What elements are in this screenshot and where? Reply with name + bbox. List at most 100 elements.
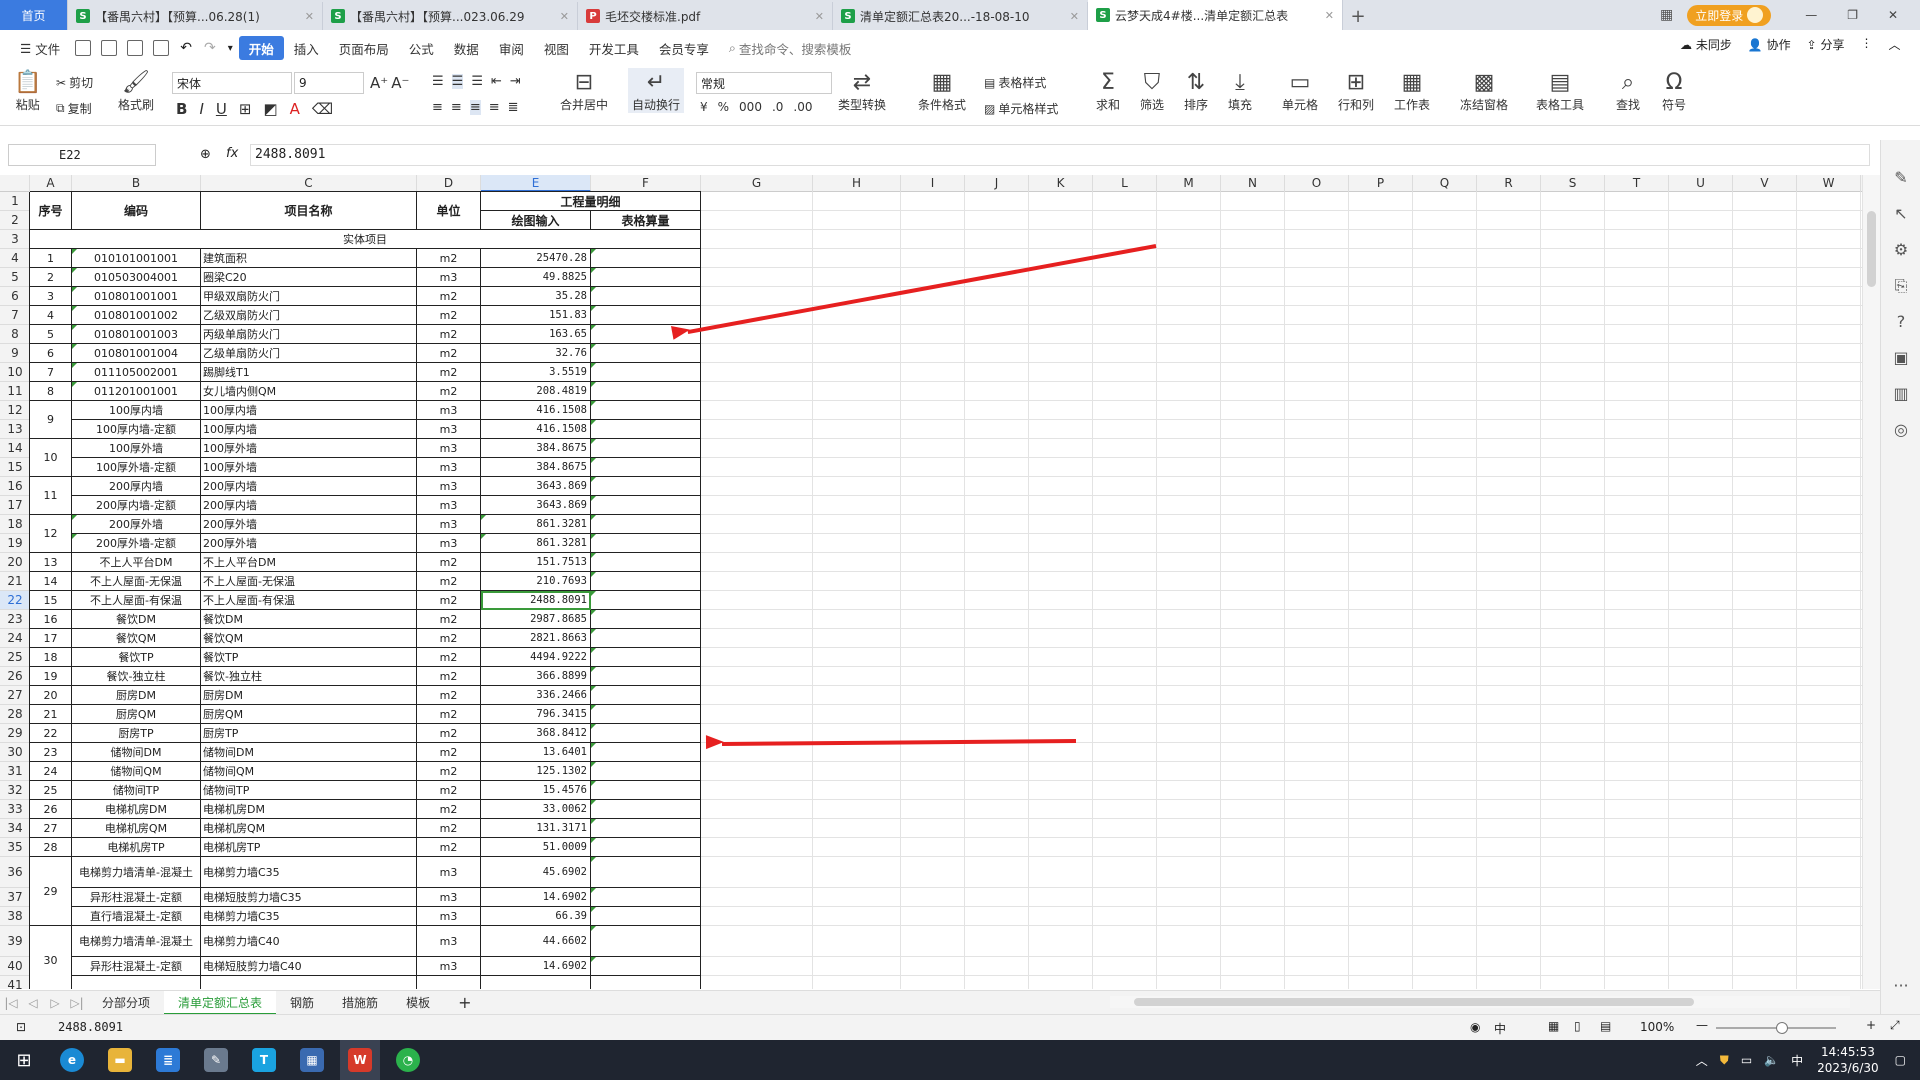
cell-table-qty[interactable] bbox=[591, 382, 701, 401]
prev-sheet-icon[interactable]: ◁ bbox=[22, 996, 44, 1010]
row-header-39[interactable]: 39 bbox=[0, 926, 30, 957]
cell-code[interactable]: 200厚内墙-定额 bbox=[72, 496, 201, 515]
cell-code[interactable]: 010801001003 bbox=[72, 325, 201, 344]
print-preview-icon[interactable] bbox=[153, 40, 170, 56]
image-icon[interactable]: ▣ bbox=[1891, 348, 1911, 368]
column-header-t[interactable]: T bbox=[1605, 175, 1669, 192]
column-header-u[interactable]: U bbox=[1669, 175, 1733, 192]
row-header-26[interactable]: 26 bbox=[0, 667, 30, 686]
cell-name[interactable]: 厨房TP bbox=[201, 724, 417, 743]
cell-code[interactable]: 电梯剪力墙清单-混凝土 bbox=[72, 857, 201, 888]
cell-table-qty[interactable] bbox=[591, 762, 701, 781]
tab-developer[interactable]: 开发工具 bbox=[579, 36, 649, 60]
cell-seq[interactable]: 10 bbox=[30, 439, 72, 477]
cell-table-qty[interactable] bbox=[591, 629, 701, 648]
fx-icon[interactable]: fx bbox=[226, 146, 238, 161]
cell-seq[interactable]: 9 bbox=[30, 401, 72, 439]
cell-table-qty[interactable] bbox=[591, 287, 701, 306]
cell-unit[interactable]: m3 bbox=[417, 534, 481, 553]
cell-unit[interactable]: m2 bbox=[417, 667, 481, 686]
row-header-14[interactable]: 14 bbox=[0, 439, 30, 458]
collapse-ribbon-icon[interactable]: ︿ bbox=[1889, 36, 1901, 53]
row-header-15[interactable]: 15 bbox=[0, 458, 30, 477]
cell-name[interactable]: 100厚内墙 bbox=[201, 401, 417, 420]
cell-unit[interactable]: m2 bbox=[417, 838, 481, 857]
tab-insert[interactable]: 插入 bbox=[284, 36, 329, 60]
taskbar-app-2[interactable]: ✎ bbox=[196, 1040, 236, 1080]
row-header-10[interactable]: 10 bbox=[0, 363, 30, 382]
cell-name[interactable]: 乙级单扇防火门 bbox=[201, 344, 417, 363]
cell-value[interactable]: 15.4576 bbox=[481, 781, 591, 800]
cell-name[interactable]: 电梯短肢剪力墙C35 bbox=[201, 888, 417, 907]
cell-code[interactable]: 电梯机房DM bbox=[72, 800, 201, 819]
cell-value[interactable]: 45.6902 bbox=[481, 857, 591, 888]
cell-value[interactable]: 2821.8663 bbox=[481, 629, 591, 648]
cell-unit[interactable]: m3 bbox=[417, 268, 481, 287]
cell-value[interactable]: 4494.9222 bbox=[481, 648, 591, 667]
taskbar-wechat[interactable]: ◔ bbox=[388, 1040, 428, 1080]
cell-table-qty[interactable] bbox=[591, 957, 701, 976]
cell-code[interactable]: 010101001001 bbox=[72, 249, 201, 268]
cell-code[interactable]: 100厚内墙 bbox=[72, 401, 201, 420]
cell-table-qty[interactable] bbox=[591, 724, 701, 743]
row-header-5[interactable]: 5 bbox=[0, 268, 30, 287]
cell-code[interactable]: 不上人屋面-有保温 bbox=[72, 591, 201, 610]
cell-code[interactable]: 储物间TP bbox=[72, 781, 201, 800]
taskbar-edge[interactable]: e bbox=[52, 1040, 92, 1080]
cell-value[interactable]: 14.6902 bbox=[481, 957, 591, 976]
cell-code[interactable]: 餐饮DM bbox=[72, 610, 201, 629]
cell-code[interactable]: 电梯剪力墙清单-混凝土 bbox=[72, 926, 201, 957]
cell-code[interactable]: 餐饮TP bbox=[72, 648, 201, 667]
align-bottom-icon[interactable]: ☰ bbox=[471, 74, 483, 89]
row-header-41[interactable]: 41 bbox=[0, 976, 30, 989]
zoom-formula-icon[interactable]: ⊕ bbox=[200, 147, 211, 162]
cell-code[interactable]: 200厚外墙-定额 bbox=[72, 534, 201, 553]
h-scroll-thumb[interactable] bbox=[1134, 998, 1694, 1006]
cell-value[interactable]: 2987.8685 bbox=[481, 610, 591, 629]
cell-unit[interactable]: m2 bbox=[417, 629, 481, 648]
border-icon[interactable]: ⊞ bbox=[239, 100, 252, 118]
row-header-13[interactable]: 13 bbox=[0, 420, 30, 439]
cell-code[interactable]: 异形柱混凝土-定额 bbox=[72, 957, 201, 976]
taskbar-explorer[interactable]: ▬ bbox=[100, 1040, 140, 1080]
cell-value[interactable]: 336.2466 bbox=[481, 686, 591, 705]
cell-table-qty[interactable] bbox=[591, 572, 701, 591]
row-header-35[interactable]: 35 bbox=[0, 838, 30, 857]
row-col-button[interactable]: ⊞ 行和列 bbox=[1338, 68, 1374, 113]
compass-icon[interactable]: ◎ bbox=[1891, 420, 1911, 440]
currency-icon[interactable]: ¥ bbox=[700, 100, 708, 114]
book-icon[interactable]: ▥ bbox=[1891, 384, 1911, 404]
column-header-d[interactable]: D bbox=[417, 175, 481, 192]
cell-seq[interactable]: 22 bbox=[30, 724, 72, 743]
cell-table-qty[interactable] bbox=[591, 926, 701, 957]
tray-expand-icon[interactable]: ︿ bbox=[1696, 1052, 1708, 1069]
cell-value[interactable]: 416.1508 bbox=[481, 401, 591, 420]
cell-unit[interactable]: m3 bbox=[417, 496, 481, 515]
cell-name[interactable]: 圈梁C20 bbox=[201, 268, 417, 287]
notification-icon[interactable]: ▢ bbox=[1895, 1053, 1906, 1067]
cell-table-qty[interactable] bbox=[591, 819, 701, 838]
shrink-font-icon[interactable]: A⁻ bbox=[391, 74, 409, 92]
cut-button[interactable]: ✂ 剪切 bbox=[56, 74, 93, 91]
cell-unit[interactable]: m3 bbox=[417, 888, 481, 907]
cell-name[interactable]: 餐饮TP bbox=[201, 648, 417, 667]
column-header-n[interactable]: N bbox=[1221, 175, 1285, 192]
percent-icon[interactable]: % bbox=[718, 100, 729, 114]
tab-page-layout[interactable]: 页面布局 bbox=[329, 36, 399, 60]
column-header-p[interactable]: P bbox=[1349, 175, 1413, 192]
row-header-29[interactable]: 29 bbox=[0, 724, 30, 743]
row-header-18[interactable]: 18 bbox=[0, 515, 30, 534]
clear-format-icon[interactable]: ⌫ bbox=[312, 100, 333, 118]
header-detail[interactable]: 工程量明细 bbox=[481, 192, 701, 211]
cell-seq[interactable]: 21 bbox=[30, 705, 72, 724]
ime-indicator[interactable]: 中 bbox=[1791, 1052, 1803, 1069]
row-header-40[interactable]: 40 bbox=[0, 957, 30, 976]
cell-name[interactable]: 电梯剪力墙C40 bbox=[201, 926, 417, 957]
cell-seq[interactable]: 5 bbox=[30, 325, 72, 344]
backup-icon[interactable]: ⎘ bbox=[1891, 276, 1911, 296]
cell-code[interactable]: 储物间QM bbox=[72, 762, 201, 781]
font-grow-shrink[interactable]: A⁺ A⁻ bbox=[370, 74, 409, 92]
cell-table-qty[interactable] bbox=[591, 610, 701, 629]
cell-seq[interactable]: 11 bbox=[30, 477, 72, 515]
cell-table-qty[interactable] bbox=[591, 515, 701, 534]
